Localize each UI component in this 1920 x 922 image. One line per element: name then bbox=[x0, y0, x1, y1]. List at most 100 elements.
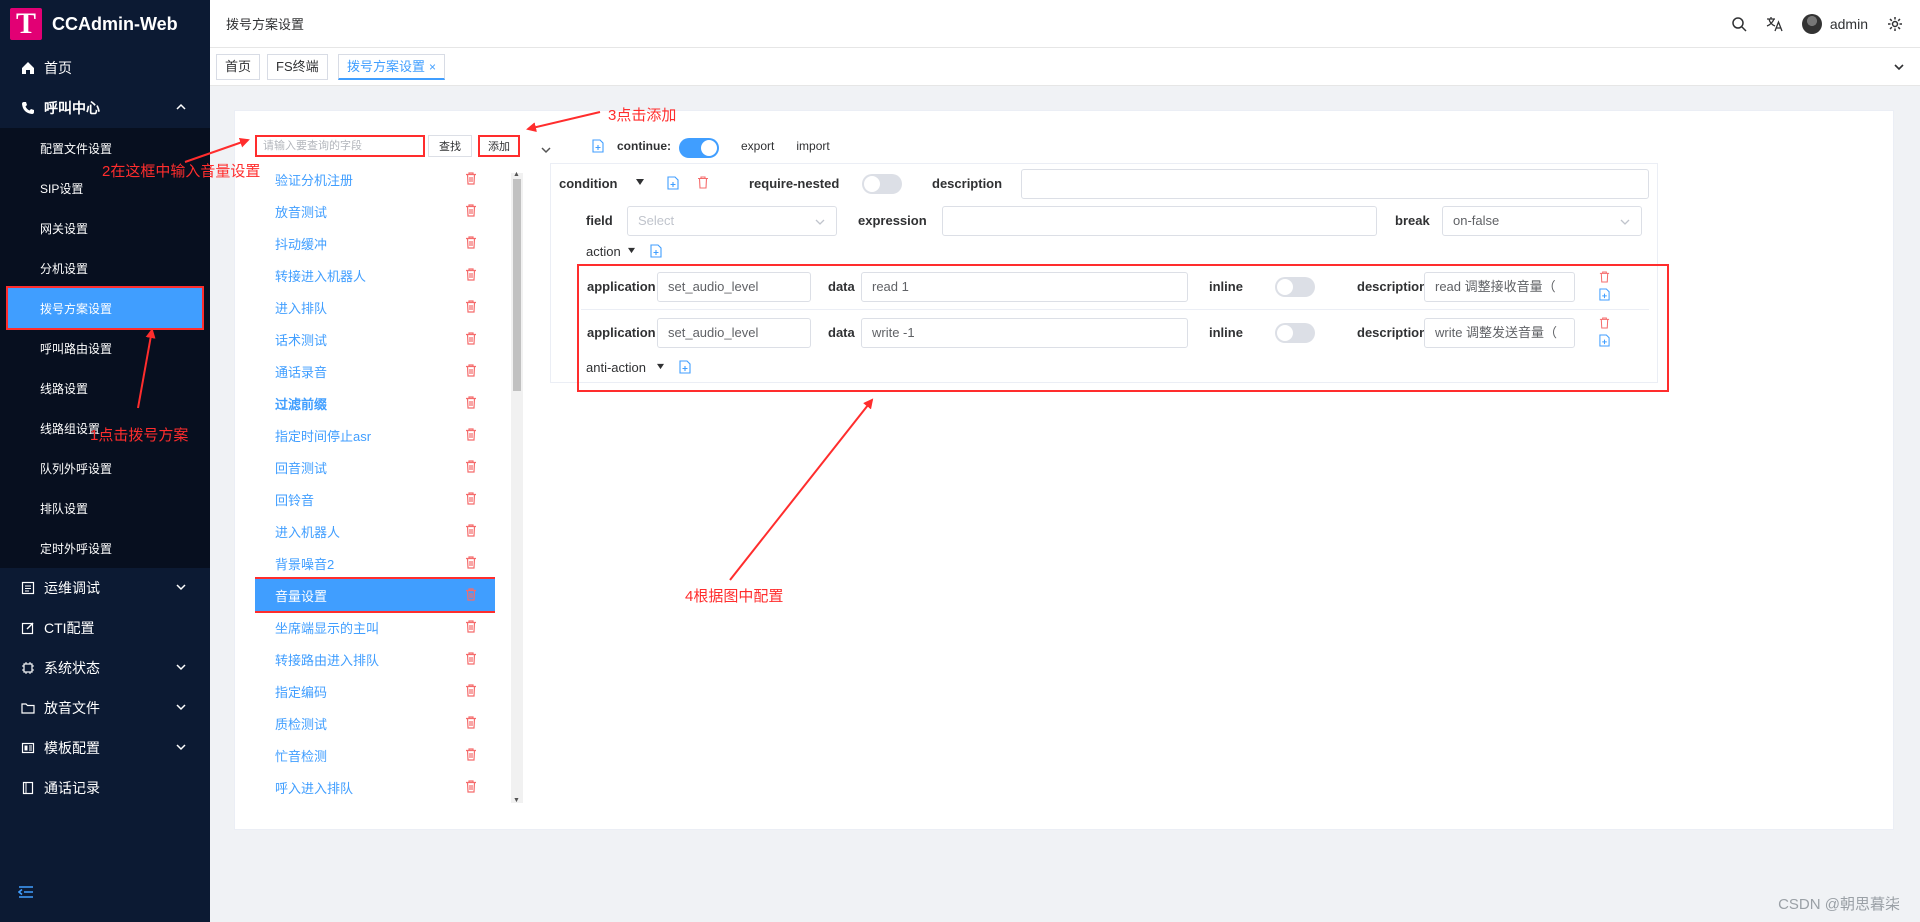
sidebar-item-line-settings[interactable]: 线路设置 bbox=[0, 368, 210, 408]
add-doc-icon[interactable] bbox=[1599, 334, 1610, 347]
search-icon[interactable] bbox=[1730, 15, 1748, 33]
list-item[interactable]: 话术测试 bbox=[255, 323, 495, 355]
close-icon[interactable]: × bbox=[429, 60, 436, 74]
delete-icon[interactable] bbox=[465, 556, 477, 569]
export-link[interactable]: export bbox=[741, 139, 774, 153]
sidebar-item-sip-settings[interactable]: SIP设置 bbox=[0, 168, 210, 208]
list-item[interactable]: 质检测试 bbox=[255, 707, 495, 739]
condition-description-input[interactable] bbox=[1021, 169, 1649, 199]
caret-down-icon[interactable] bbox=[656, 363, 665, 370]
delete-icon[interactable] bbox=[465, 236, 477, 249]
gear-icon[interactable] bbox=[1886, 15, 1904, 33]
scroll-down-icon[interactable]: ▼ bbox=[513, 797, 520, 804]
list-item[interactable]: 指定编码 bbox=[255, 675, 495, 707]
add-doc-icon[interactable] bbox=[679, 360, 691, 374]
list-scrollbar-thumb[interactable] bbox=[513, 179, 521, 391]
list-item[interactable]: 音量设置 bbox=[255, 577, 495, 613]
delete-icon[interactable] bbox=[465, 780, 477, 793]
application-input[interactable]: set_audio_level bbox=[657, 318, 811, 348]
translate-icon[interactable] bbox=[1766, 15, 1784, 33]
break-select[interactable]: on-false bbox=[1442, 206, 1642, 236]
continue-toggle[interactable] bbox=[679, 138, 719, 158]
sidebar-item-queue-settings[interactable]: 排队设置 bbox=[0, 488, 210, 528]
sidebar-item-home[interactable]: 首页 bbox=[0, 48, 210, 88]
sidebar-item-scheduled-outbound-settings[interactable]: 定时外呼设置 bbox=[0, 528, 210, 568]
list-item[interactable]: 抖动缓冲 bbox=[255, 227, 495, 259]
scroll-up-icon[interactable]: ▲ bbox=[513, 171, 520, 178]
list-item[interactable]: 忙音检测 bbox=[255, 739, 495, 771]
sidebar-item-template-config[interactable]: 模板配置 bbox=[0, 728, 210, 768]
list-item[interactable]: 背景噪音2 bbox=[255, 547, 495, 579]
data-input[interactable]: read 1 bbox=[861, 272, 1188, 302]
delete-icon[interactable] bbox=[465, 748, 477, 761]
inline-toggle[interactable] bbox=[1275, 323, 1315, 343]
inline-toggle[interactable] bbox=[1275, 277, 1315, 297]
delete-icon[interactable] bbox=[465, 268, 477, 281]
list-item[interactable]: 放音测试 bbox=[255, 195, 495, 227]
sidebar-item-profile-settings[interactable]: 配置文件设置 bbox=[0, 128, 210, 168]
sidebar-item-line-group-settings[interactable]: 线路组设置 bbox=[0, 408, 210, 448]
list-item[interactable]: 回铃音 bbox=[255, 483, 495, 515]
delete-icon[interactable] bbox=[1599, 317, 1610, 329]
sidebar-item-system-status[interactable]: 系统状态 bbox=[0, 648, 210, 688]
sidebar-item-call-center[interactable]: 呼叫中心 bbox=[0, 88, 210, 128]
delete-icon[interactable] bbox=[465, 684, 477, 697]
delete-icon[interactable] bbox=[697, 176, 709, 189]
chevron-down-icon[interactable] bbox=[1892, 60, 1906, 74]
list-item[interactable]: 转接进入机器人 bbox=[255, 259, 495, 291]
field-select[interactable]: Select bbox=[627, 206, 837, 236]
data-input[interactable]: write -1 bbox=[861, 318, 1188, 348]
list-item[interactable]: 坐席端显示的主叫 bbox=[255, 611, 495, 643]
sidebar-item-gateway-settings[interactable]: 网关设置 bbox=[0, 208, 210, 248]
list-item[interactable]: 指定时间停止asr bbox=[255, 419, 495, 451]
list-item[interactable]: 通话录音 bbox=[255, 355, 495, 387]
delete-icon[interactable] bbox=[465, 620, 477, 633]
delete-icon[interactable] bbox=[465, 652, 477, 665]
add-doc-icon[interactable] bbox=[1599, 288, 1610, 301]
tab-dialplan-settings[interactable]: 拨号方案设置 × bbox=[338, 54, 446, 80]
delete-icon[interactable] bbox=[465, 396, 477, 409]
app-logo[interactable]: T CCAdmin-Web bbox=[0, 0, 210, 48]
sidebar-item-call-records[interactable]: 通话记录 bbox=[0, 768, 210, 808]
import-link[interactable]: import bbox=[796, 139, 829, 153]
sidebar-item-queue-outbound-settings[interactable]: 队列外呼设置 bbox=[0, 448, 210, 488]
action-description-input[interactable]: read 调整接收音量（ bbox=[1424, 272, 1575, 302]
list-item[interactable]: 过滤前缀 bbox=[255, 387, 495, 419]
list-item[interactable]: 回音测试 bbox=[255, 451, 495, 483]
delete-icon[interactable] bbox=[465, 428, 477, 441]
delete-icon[interactable] bbox=[465, 716, 477, 729]
user-menu[interactable]: admin bbox=[1801, 14, 1868, 34]
sidebar-item-audio-files[interactable]: 放音文件 bbox=[0, 688, 210, 728]
chevron-down-icon[interactable] bbox=[539, 143, 553, 157]
caret-down-icon[interactable] bbox=[635, 178, 645, 186]
tab-home[interactable]: 首页 bbox=[216, 54, 261, 80]
add-doc-icon[interactable] bbox=[650, 244, 662, 258]
sidebar-item-ops-debug[interactable]: 运维调试 bbox=[0, 568, 210, 608]
add-doc-icon[interactable] bbox=[667, 176, 679, 190]
sidebar-item-route-settings[interactable]: 呼叫路由设置 bbox=[0, 328, 210, 368]
action-description-input[interactable]: write 调整发送音量（ bbox=[1424, 318, 1575, 348]
list-item[interactable]: 进入排队 bbox=[255, 291, 495, 323]
sidebar-collapse-icon[interactable] bbox=[17, 885, 34, 904]
delete-icon[interactable] bbox=[465, 460, 477, 473]
search-button[interactable]: 查找 bbox=[428, 135, 472, 157]
search-input[interactable] bbox=[255, 135, 425, 157]
delete-icon[interactable] bbox=[465, 300, 477, 313]
list-item[interactable]: 验证分机注册 bbox=[255, 163, 495, 195]
require-nested-toggle[interactable] bbox=[862, 174, 902, 194]
tab-fs-terminal[interactable]: FS终端 bbox=[267, 54, 328, 80]
delete-icon[interactable] bbox=[1599, 271, 1610, 283]
delete-icon[interactable] bbox=[465, 364, 477, 377]
delete-icon[interactable] bbox=[465, 588, 477, 601]
list-item[interactable]: 呼入进入排队 bbox=[255, 771, 495, 803]
add-doc-icon[interactable] bbox=[592, 139, 605, 153]
sidebar-item-dialplan-settings[interactable]: 拨号方案设置 bbox=[6, 286, 204, 330]
delete-icon[interactable] bbox=[465, 332, 477, 345]
caret-down-icon[interactable] bbox=[627, 247, 636, 254]
application-input[interactable]: set_audio_level bbox=[657, 272, 811, 302]
delete-icon[interactable] bbox=[465, 492, 477, 505]
sidebar-item-extension-settings[interactable]: 分机设置 bbox=[0, 248, 210, 288]
add-button[interactable]: 添加 bbox=[478, 135, 520, 157]
delete-icon[interactable] bbox=[465, 172, 477, 185]
delete-icon[interactable] bbox=[465, 204, 477, 217]
